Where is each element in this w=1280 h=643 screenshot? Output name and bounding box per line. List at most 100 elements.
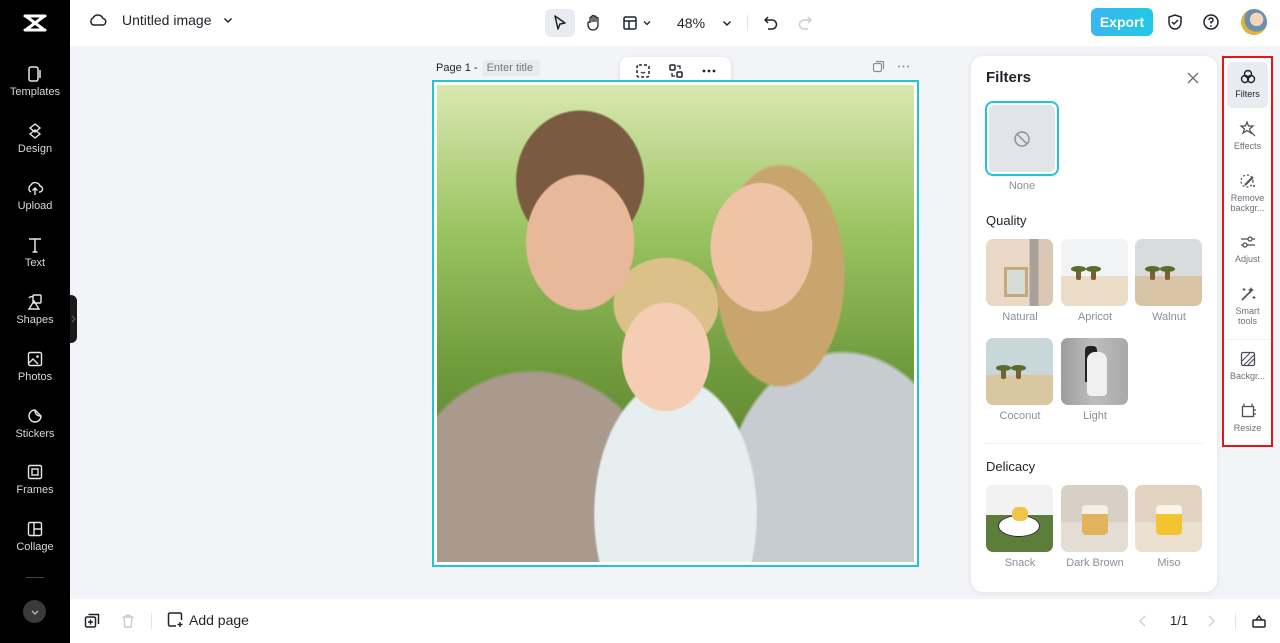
title-chevron-down-icon[interactable] bbox=[222, 14, 234, 26]
select-tool-button[interactable] bbox=[545, 9, 575, 37]
magic-wand-icon bbox=[1240, 287, 1255, 301]
rail-item-label: Smart tools bbox=[1235, 306, 1260, 326]
upload-icon bbox=[28, 181, 44, 195]
layout-dropdown-button[interactable] bbox=[617, 9, 657, 37]
selected-image[interactable] bbox=[437, 85, 914, 562]
design-icon bbox=[28, 122, 42, 139]
rail-item-remove-background[interactable]: Remove backgr... bbox=[1227, 166, 1268, 222]
filter-light[interactable] bbox=[1061, 338, 1128, 405]
more-horizontal-icon bbox=[898, 65, 909, 68]
frames-icon bbox=[27, 464, 43, 479]
page-label: Page 1 - bbox=[436, 60, 540, 76]
delete-page-button[interactable] bbox=[118, 611, 138, 631]
sidebar-item-label: Shapes bbox=[16, 313, 54, 326]
adjust-sliders-icon bbox=[1240, 236, 1255, 248]
photos-icon bbox=[27, 351, 43, 366]
sidebar-item-text[interactable]: Text bbox=[0, 226, 70, 278]
duplicate-page-icon bbox=[84, 613, 100, 628]
top-bar: Untitled image 48% Export bbox=[70, 0, 1280, 46]
shapes-icon bbox=[27, 293, 42, 310]
filter-miso[interactable] bbox=[1135, 485, 1202, 552]
close-panel-button[interactable] bbox=[1184, 69, 1202, 87]
redo-icon bbox=[798, 16, 813, 30]
filters-icon bbox=[1240, 69, 1255, 84]
add-layer-button[interactable] bbox=[82, 611, 102, 631]
export-button[interactable]: Export bbox=[1091, 8, 1153, 36]
rail-item-label: Effects bbox=[1233, 141, 1262, 151]
zoom-level[interactable]: 48% bbox=[677, 15, 705, 31]
chevron-down-icon bbox=[31, 610, 38, 615]
sidebar-more-button[interactable] bbox=[23, 600, 46, 623]
text-icon bbox=[29, 237, 41, 253]
filter-none[interactable] bbox=[985, 101, 1059, 176]
chevron-left-icon bbox=[1139, 615, 1146, 627]
collage-icon bbox=[27, 521, 43, 536]
rail-item-label: Adjust bbox=[1234, 254, 1260, 264]
sidebar-collapse-handle[interactable] bbox=[70, 295, 77, 343]
undo-button[interactable] bbox=[756, 9, 786, 37]
background-icon bbox=[1240, 351, 1255, 367]
security-button[interactable] bbox=[1165, 12, 1185, 32]
rail-item-filters[interactable]: Filters bbox=[1227, 62, 1268, 108]
duplicate-icon bbox=[872, 60, 885, 73]
section-title-delicacy: Delicacy bbox=[986, 459, 1036, 474]
undo-icon bbox=[763, 16, 778, 30]
sidebar-item-photos[interactable]: Photos bbox=[0, 340, 70, 392]
filter-dark-brown[interactable] bbox=[1061, 485, 1128, 552]
rail-item-background[interactable]: Backgr... bbox=[1227, 344, 1268, 390]
capcut-logo[interactable] bbox=[0, 0, 70, 46]
next-page-button[interactable] bbox=[1201, 611, 1221, 631]
sidebar-item-label: Text bbox=[24, 256, 46, 269]
page-more-button[interactable] bbox=[897, 60, 910, 78]
filter-walnut[interactable] bbox=[1135, 239, 1202, 306]
document-title[interactable]: Untitled image bbox=[122, 12, 212, 28]
redo-button[interactable] bbox=[790, 9, 820, 37]
sidebar-item-shapes[interactable]: Shapes bbox=[0, 283, 70, 335]
page-actions bbox=[872, 60, 910, 78]
cursor-icon bbox=[554, 15, 566, 30]
help-circle-icon bbox=[1203, 14, 1219, 30]
no-filter-icon bbox=[1014, 130, 1030, 147]
filter-apricot[interactable] bbox=[1061, 239, 1128, 306]
previous-page-button[interactable] bbox=[1133, 611, 1153, 631]
section-title-quality: Quality bbox=[986, 213, 1027, 228]
page-title-input[interactable] bbox=[481, 60, 540, 76]
canvas-page[interactable] bbox=[432, 80, 919, 567]
filter-label: Snack bbox=[1004, 557, 1036, 569]
sidebar-item-templates[interactable]: Templates bbox=[0, 55, 70, 107]
right-tool-rail: Filters Effects Remove backgr... Adjust … bbox=[1222, 56, 1273, 447]
add-page-button[interactable]: Add page bbox=[167, 611, 249, 628]
sidebar-item-label: Stickers bbox=[15, 427, 55, 440]
logo-icon bbox=[23, 14, 47, 32]
help-button[interactable] bbox=[1201, 12, 1221, 32]
trash-icon bbox=[122, 614, 134, 628]
sidebar-item-upload[interactable]: Upload bbox=[0, 169, 70, 221]
filter-label: Light bbox=[1083, 410, 1107, 422]
rail-item-effects[interactable]: Effects bbox=[1227, 114, 1268, 160]
more-horizontal-icon bbox=[702, 69, 715, 72]
filter-label: Apricot bbox=[1077, 311, 1113, 323]
zoom-chevron-down-icon[interactable] bbox=[721, 17, 733, 29]
sidebar-item-frames[interactable]: Frames bbox=[0, 453, 70, 505]
sidebar-item-label: Templates bbox=[9, 85, 61, 98]
pages-panel-button[interactable] bbox=[1249, 611, 1269, 631]
filter-coconut[interactable] bbox=[986, 338, 1053, 405]
stickers-icon bbox=[28, 408, 42, 423]
duplicate-page-button[interactable] bbox=[872, 60, 885, 78]
filter-label: None bbox=[1008, 180, 1036, 192]
rail-item-label: Remove backgr... bbox=[1230, 193, 1265, 213]
expand-panel-icon bbox=[1252, 614, 1266, 628]
filter-natural[interactable] bbox=[986, 239, 1053, 306]
hand-icon bbox=[587, 14, 599, 31]
rail-item-resize[interactable]: Resize bbox=[1227, 396, 1268, 442]
resize-icon bbox=[1241, 403, 1256, 418]
sidebar-item-design[interactable]: Design bbox=[0, 112, 70, 164]
cloud-icon[interactable] bbox=[88, 11, 108, 29]
user-avatar[interactable] bbox=[1241, 9, 1267, 35]
rail-item-adjust[interactable]: Adjust bbox=[1227, 227, 1268, 273]
sidebar-item-collage[interactable]: Collage bbox=[0, 510, 70, 562]
rail-item-smart-tools[interactable]: Smart tools bbox=[1227, 279, 1268, 335]
hand-tool-button[interactable] bbox=[579, 9, 609, 37]
filter-snack[interactable] bbox=[986, 485, 1053, 552]
sidebar-item-stickers[interactable]: Stickers bbox=[0, 397, 70, 449]
